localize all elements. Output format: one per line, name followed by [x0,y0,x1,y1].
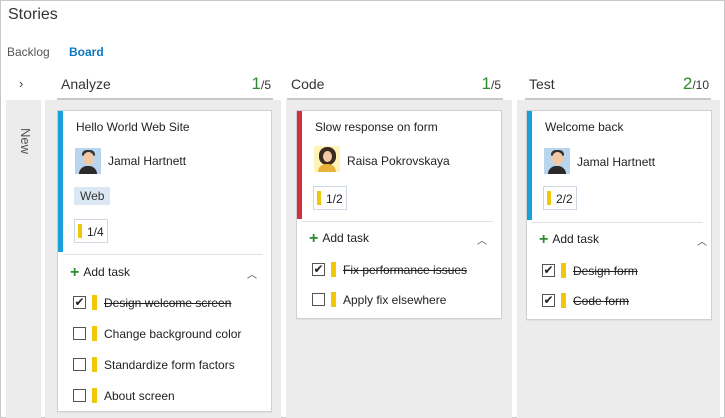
collapse-caret-icon[interactable]: ︿ [477,232,487,247]
tag-chip: Web [74,187,111,205]
task-item[interactable]: ✔ Fix performance issues [312,261,497,279]
task-item[interactable]: ✔ Code form [542,292,707,310]
task-color-bar [92,295,97,310]
task-checkbox[interactable] [73,358,86,371]
task-checkbox[interactable]: ✔ [73,296,86,309]
assignee-name[interactable]: Raisa Pokrovskaya [347,154,450,168]
task-checkbox[interactable]: ✔ [542,294,555,307]
add-task-button[interactable]: + Add task [309,229,369,247]
task-label: Code form [573,294,630,308]
card-title[interactable]: Welcome back [545,120,623,134]
column-wip-count: 1/5 [481,74,501,93]
column-header-test: Test 2/10 [525,72,711,100]
column-name: Test [529,76,555,92]
page-title: Stories [8,6,58,23]
task-color-bar [92,326,97,341]
task-checkbox[interactable]: ✔ [542,264,555,277]
task-label: Fix performance issues [343,263,468,277]
task-color-bar [561,293,566,308]
column-wip-count: 2/10 [682,74,709,93]
card-title[interactable]: Slow response on form [315,120,438,134]
card-color-bar [58,111,63,252]
avatar [75,148,101,174]
story-card[interactable]: Welcome back Jamal Hartnett 2/2 + Add tas… [526,110,712,320]
add-task-button[interactable]: + Add task [70,263,130,281]
task-progress[interactable]: 2/2 [543,186,577,210]
expand-chevron-icon[interactable]: › [19,76,23,91]
column-header-code: Code 1/5 [287,72,503,100]
task-checkbox[interactable]: ✔ [312,263,325,276]
task-label: Standardize form factors [104,358,235,372]
divider [532,222,703,223]
plus-icon: + [309,230,319,247]
column-name: Analyze [61,76,111,92]
assignee-name[interactable]: Jamal Hartnett [108,154,186,168]
task-checkbox[interactable] [73,327,86,340]
task-item[interactable]: Standardize form factors [73,356,263,374]
avatar [314,146,340,172]
task-color-bar [331,292,336,307]
story-card[interactable]: Slow response on form Raisa Pokrovskaya … [296,110,502,319]
task-checkbox[interactable] [73,389,86,402]
task-color-bar [561,263,566,278]
add-task-button[interactable]: + Add task [539,230,599,248]
plus-icon: + [70,264,80,281]
collapse-caret-icon[interactable]: ︿ [697,233,707,248]
tab-board[interactable]: Board [69,45,104,59]
swimlane-label: New [18,128,33,155]
tab-backlog[interactable]: Backlog [7,45,50,59]
column-wip-count: 1/5 [251,74,271,93]
task-color-bar [92,357,97,372]
task-item[interactable]: About screen [73,387,263,405]
divider [302,221,493,222]
task-label: Change background color [104,327,242,341]
column-name: Code [291,76,325,92]
plus-icon: + [539,231,549,248]
task-checkbox[interactable] [312,293,325,306]
task-color-bar [331,262,336,277]
task-item[interactable]: ✔ Design welcome screen [73,294,263,312]
column-header-analyze: Analyze 1/5 [57,72,273,100]
divider [63,254,263,255]
task-label: Apply fix elsewhere [343,293,447,307]
task-progress[interactable]: 1/2 [313,186,347,210]
task-label: Design welcome screen [104,296,232,310]
card-color-bar [297,111,302,219]
task-item[interactable]: Apply fix elsewhere [312,291,497,309]
story-card[interactable]: Hello World Web Site Jamal Hartnett Web … [57,110,272,412]
task-label: About screen [104,389,175,403]
task-color-bar [92,388,97,403]
task-item[interactable]: ✔ Design form [542,262,707,280]
swimlane-new[interactable]: New [6,100,41,418]
avatar [544,148,570,174]
task-label: Design form [573,264,638,278]
collapse-caret-icon[interactable]: ︿ [247,266,257,281]
card-color-bar [527,111,532,220]
card-title[interactable]: Hello World Web Site [76,120,190,134]
assignee-name[interactable]: Jamal Hartnett [577,155,655,169]
task-item[interactable]: Change background color [73,325,263,343]
task-progress[interactable]: 1/4 [74,219,108,243]
